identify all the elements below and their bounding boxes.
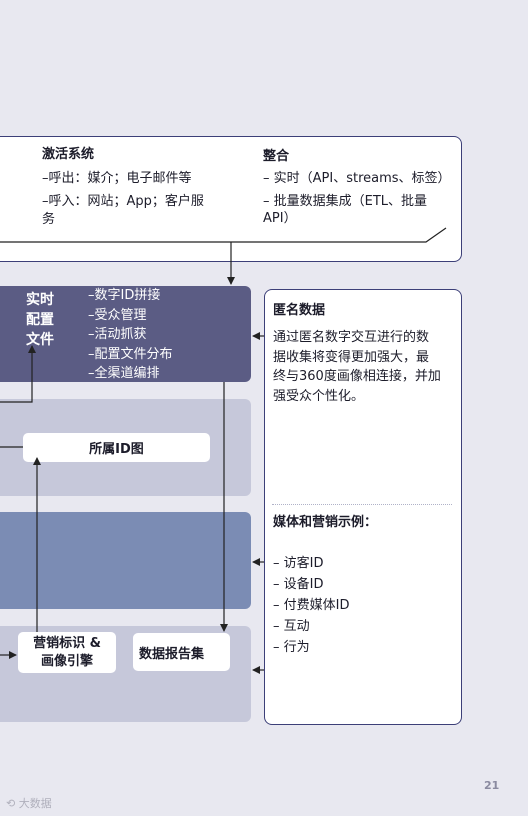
- activation-title: 激活系统: [42, 147, 95, 162]
- media-item: – 行为: [273, 640, 310, 655]
- profile-item: –受众管理: [88, 307, 147, 323]
- profile-item: –数字ID拼接: [88, 288, 161, 303]
- profile-title-line-2: 配置: [26, 312, 54, 328]
- marketing-tag-line-2: 画像引擎: [40, 653, 93, 669]
- profile-items: –数字ID拼接 –受众管理 –活动抓获 –配置文件分布 –全渠道编排: [88, 286, 173, 384]
- anonymous-title: 匿名数据: [273, 303, 326, 318]
- profile-title-line-1: 实时: [26, 292, 54, 308]
- profile-title-line-3: 文件: [26, 332, 54, 348]
- anonymous-line: 强受众个性化。: [273, 388, 365, 404]
- page-number: 21: [484, 779, 500, 792]
- watermark-icon: ⟲: [6, 797, 16, 810]
- report-set-label: 数据报告集: [139, 646, 205, 662]
- activation-line-3: 务: [42, 212, 56, 227]
- profile-item: –活动抓获: [88, 327, 147, 342]
- identity-graph-label: 所属ID图: [89, 442, 144, 457]
- integration-line-3: API）: [263, 211, 297, 226]
- media-item: – 设备ID: [273, 577, 324, 592]
- media-item: – 互动: [273, 619, 310, 634]
- anonymous-line: 终与360度画像相连接，并加: [273, 369, 441, 384]
- anonymous-line: 据收集将变得更加强大，最: [273, 349, 430, 365]
- anonymous-line: 通过匿名数字交互进行的数: [273, 330, 430, 345]
- panel-divider: [272, 504, 452, 505]
- watermark-text: 大数据: [18, 797, 52, 810]
- activation-line-2: –呼入：网站；App；客户服: [42, 194, 204, 209]
- integration-title: 整合: [263, 149, 290, 164]
- media-item: – 付费媒体ID: [273, 598, 350, 613]
- media-band: [0, 512, 251, 609]
- profile-item: –全渠道编排: [88, 366, 160, 381]
- watermark: ⟲ 大数据: [6, 795, 52, 811]
- media-item: – 访客ID: [273, 556, 324, 571]
- media-items: – 访客ID – 设备ID – 付费媒体ID – 互动 – 行为: [273, 553, 349, 658]
- profile-item: –配置文件分布: [88, 346, 173, 362]
- marketing-tag-box: 营销标识 & 画像引擎: [18, 632, 116, 673]
- integration-line-1: – 实时（API、streams、标签）: [263, 171, 451, 186]
- activation-line-1: –呼出：媒介；电子邮件等: [42, 171, 192, 186]
- report-set-box: 数据报告集: [133, 633, 230, 671]
- media-title: 媒体和营销示例：: [273, 515, 378, 530]
- identity-graph-box: 所属ID图: [23, 433, 210, 462]
- anonymous-body: 通过匿名数字交互进行的数 据收集将变得更加强大，最 终与360度画像相连接，并加…: [273, 328, 441, 406]
- profile-title: 实时 配置 文件: [26, 290, 54, 350]
- marketing-tag-line-1: 营销标识 &: [33, 635, 101, 651]
